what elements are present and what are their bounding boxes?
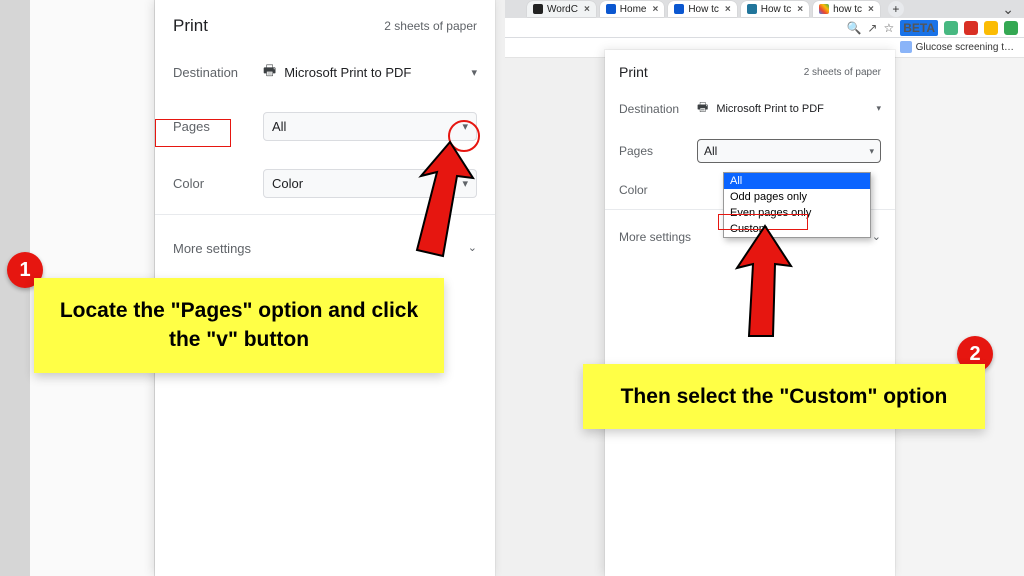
dropdown-option-odd[interactable]: Odd pages only	[724, 189, 870, 205]
more-settings-label: More settings	[173, 241, 251, 256]
destination-value: Microsoft Print to PDF	[716, 103, 824, 115]
favicon	[747, 4, 757, 14]
browser-tab[interactable]: How tc ×	[668, 1, 736, 17]
color-value: Color	[272, 176, 303, 191]
callout-2: Then select the "Custom" option	[583, 364, 985, 429]
browser-tab[interactable]: Home ×	[600, 1, 665, 17]
more-settings-label: More settings	[619, 230, 691, 244]
zoom-icon[interactable]: 🔍	[846, 21, 861, 35]
chevron-down-icon[interactable]	[471, 66, 477, 79]
beta-badge: BETA	[900, 20, 938, 36]
destination-label: Destination	[619, 102, 697, 116]
browser-tab[interactable]: WordC ×	[527, 1, 596, 17]
destination-label: Destination	[173, 65, 263, 80]
window-chevron-icon[interactable]: ⌄	[1002, 1, 1014, 18]
browser-tab[interactable]: How tc ×	[741, 1, 809, 17]
callout-1: Locate the "Pages" option and click the …	[34, 278, 444, 373]
pages-label: Pages	[619, 144, 697, 158]
pages-value: All	[272, 119, 286, 134]
window-edge	[0, 0, 30, 576]
document-preview-bg	[895, 58, 1024, 576]
print-title: Print	[173, 16, 208, 36]
new-tab-button[interactable]: +	[888, 1, 904, 17]
destination-select[interactable]: 🖶 Microsoft Print to PDF	[697, 98, 824, 119]
sheet-count: 2 sheets of paper	[804, 67, 881, 78]
extension-icon[interactable]	[984, 21, 998, 35]
extension-icon[interactable]	[1004, 21, 1018, 35]
highlight-pages-label	[155, 119, 231, 147]
dropdown-option-all[interactable]: All	[724, 173, 870, 189]
share-icon[interactable]: ↗	[867, 21, 877, 35]
favicon	[606, 4, 616, 14]
color-label: Color	[173, 176, 263, 191]
browser-tab[interactable]: how tc ×	[813, 1, 880, 17]
pages-value: All	[704, 144, 717, 158]
bookmark-favicon	[900, 41, 912, 53]
arrow-annotation	[395, 138, 475, 268]
close-icon[interactable]: ×	[797, 4, 803, 15]
bookmark-item[interactable]: Glucose screening t…	[900, 41, 1014, 53]
star-icon[interactable]: ☆	[883, 21, 894, 35]
tutorial-step-1: Print 2 sheets of paper Destination 🖶 Mi…	[0, 0, 505, 576]
sheet-count: 2 sheets of paper	[384, 19, 477, 33]
browser-toolbar: 🔍 ↗ ☆ BETA	[505, 18, 1024, 38]
chevron-down-icon: ⌄	[872, 230, 881, 244]
favicon	[533, 4, 543, 14]
destination-select[interactable]: 🖶 Microsoft Print to PDF	[263, 60, 411, 84]
arrow-annotation	[727, 222, 797, 342]
close-icon[interactable]: ×	[584, 4, 590, 15]
chevron-down-icon	[869, 146, 874, 157]
close-icon[interactable]: ×	[725, 4, 731, 15]
pages-select[interactable]: All	[697, 139, 881, 163]
tutorial-step-2: WordC × Home × How tc × How tc × how tc …	[505, 0, 1024, 576]
extension-icon[interactable]	[944, 21, 958, 35]
extension-icon[interactable]	[964, 21, 978, 35]
chevron-down-icon[interactable]	[876, 103, 881, 114]
favicon	[674, 4, 684, 14]
close-icon[interactable]: ×	[652, 4, 658, 15]
close-icon[interactable]: ×	[868, 4, 874, 15]
color-label: Color	[619, 183, 697, 197]
printer-icon: 🖶	[263, 60, 276, 84]
print-title: Print	[619, 64, 648, 80]
browser-tab-strip: WordC × Home × How tc × How tc × how tc …	[505, 0, 1024, 18]
printer-icon: 🖶	[697, 98, 708, 119]
destination-value: Microsoft Print to PDF	[284, 65, 411, 80]
favicon	[819, 4, 829, 14]
pages-select[interactable]: All	[263, 112, 477, 141]
